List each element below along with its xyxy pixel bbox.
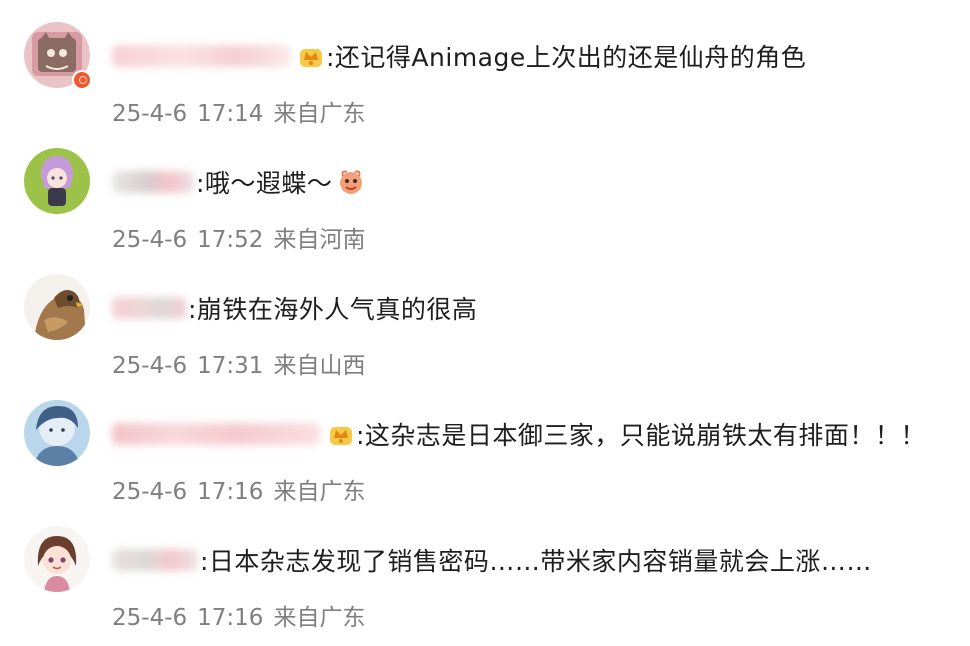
comment-header: :这杂志是日本御三家，只能说崩铁太有排面！！！: [112, 414, 926, 454]
comment-time: 17:14: [197, 101, 264, 127]
comment-meta: 25-4-6 17:16 来自广东: [112, 598, 365, 632]
comment-text: :哦～遐蝶～: [196, 169, 333, 198]
username-blurred[interactable]: [112, 45, 290, 67]
chibi-girl-avatar-icon: [24, 526, 90, 592]
vip-status-icon: [72, 70, 92, 90]
username-blurred[interactable]: [112, 549, 198, 571]
comment-item: :日本杂志发现了销售密码……带米家内容销量就会上涨…… 25-4-6 17:16 来…: [0, 526, 970, 646]
comment-header: :哦～遐蝶～: [112, 162, 364, 202]
comment-location: 来自广东: [273, 605, 366, 631]
falcon-avatar-icon: [24, 274, 90, 340]
comment-time: 17:16: [197, 479, 264, 505]
comment-item: :崩铁在海外人气真的很高 25-4-6 17:31 来自山西: [0, 274, 970, 394]
comment-time: 17:16: [197, 605, 264, 631]
anime-girl-avatar-icon: [24, 148, 90, 214]
comment-time: 17:52: [197, 227, 264, 253]
username-blurred[interactable]: [112, 297, 186, 319]
comment-meta: 25-4-6 17:31 来自山西: [112, 346, 365, 380]
comment-time: 17:31: [197, 353, 264, 379]
comment-location: 来自山西: [273, 353, 366, 379]
comment-header: :崩铁在海外人气真的很高: [112, 288, 477, 328]
comment-location: 来自广东: [273, 101, 366, 127]
comment-header: :还记得Animage上次出的还是仙舟的角色: [112, 36, 806, 76]
username-blurred[interactable]: [112, 423, 320, 445]
comment-meta: 25-4-6 17:52 来自河南: [112, 220, 365, 254]
comment-text: :还记得Animage上次出的还是仙舟的角色: [326, 43, 807, 72]
comment-text: :崩铁在海外人气真的很高: [188, 295, 478, 324]
crown-badge-icon: [330, 427, 352, 445]
comment-item: :这杂志是日本御三家，只能说崩铁太有排面！！！ 25-4-6 17:16 来自广东: [0, 400, 970, 520]
comment-text: :日本杂志发现了销售密码……带米家内容销量就会上涨……: [200, 547, 872, 576]
user-avatar[interactable]: [24, 400, 90, 466]
user-avatar[interactable]: [24, 148, 90, 214]
comment-meta: 25-4-6 17:16 来自广东: [112, 472, 365, 506]
comment-date: 25-4-6: [112, 605, 188, 631]
comment-date: 25-4-6: [112, 227, 188, 253]
crown-badge-icon: [300, 49, 322, 67]
comment-location: 来自河南: [273, 227, 366, 253]
comment-header: :日本杂志发现了销售密码……带米家内容销量就会上涨……: [112, 540, 872, 580]
comment-date: 25-4-6: [112, 353, 188, 379]
comment-text: :这杂志是日本御三家，只能说崩铁太有排面！！！: [356, 421, 926, 450]
sticker-emoji-icon: [340, 170, 363, 194]
comment-list: :还记得Animage上次出的还是仙舟的角色 25-4-6 17:14 来自广东 :…: [0, 0, 970, 636]
username-blurred[interactable]: [112, 171, 194, 193]
blue-character-avatar-icon: [24, 400, 90, 466]
comment-date: 25-4-6: [112, 479, 188, 505]
comment-date: 25-4-6: [112, 101, 188, 127]
comment-item: :还记得Animage上次出的还是仙舟的角色 25-4-6 17:14 来自广东: [0, 22, 970, 142]
comment-meta: 25-4-6 17:14 来自广东: [112, 94, 365, 128]
comment-item: :哦～遐蝶～ 25-4-6 17:52 来自河南: [0, 148, 970, 268]
user-avatar[interactable]: [24, 274, 90, 340]
comment-location: 来自广东: [273, 479, 366, 505]
user-avatar[interactable]: [24, 526, 90, 592]
